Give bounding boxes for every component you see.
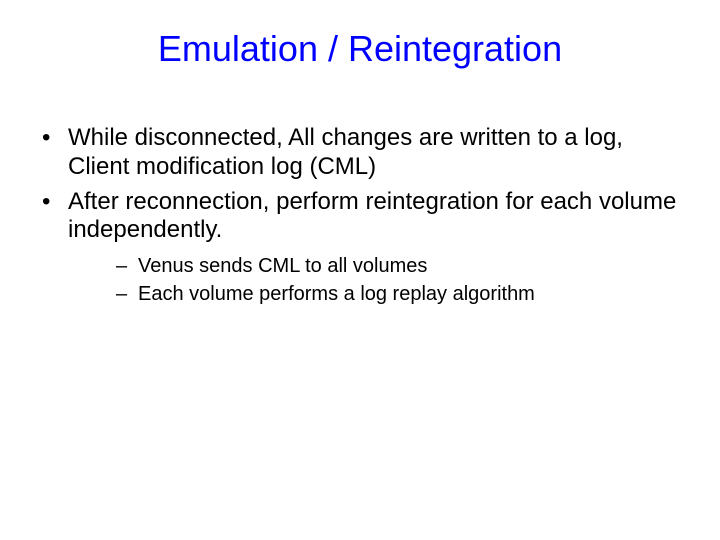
sub-bullet-item: Venus sends CML to all volumes [68,253,690,279]
slide-title: Emulation / Reintegration [30,28,690,70]
bullet-item: After reconnection, perform reintegratio… [30,188,690,308]
bullet-item: While disconnected, All changes are writ… [30,124,690,182]
bullet-text: After reconnection, perform reintegratio… [68,188,676,244]
sub-bullet-list: Venus sends CML to all volumes Each volu… [68,253,690,307]
sub-bullet-item: Each volume performs a log replay algori… [68,281,690,307]
main-bullet-list: While disconnected, All changes are writ… [30,124,690,307]
